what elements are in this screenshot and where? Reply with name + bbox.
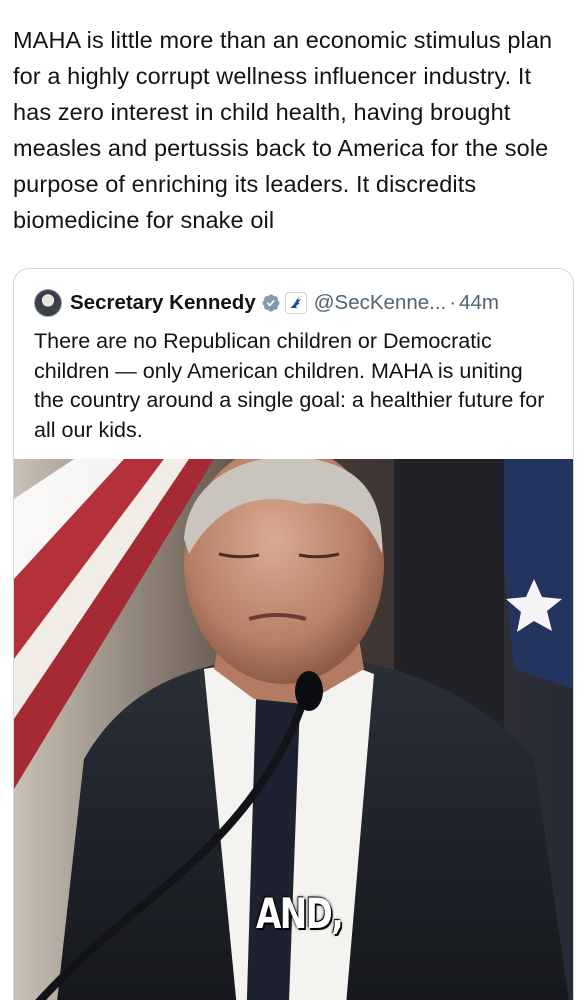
quoted-post-text: There are no Republican children or Demo… [34, 329, 545, 442]
verified-badge-icon[interactable] [261, 293, 281, 313]
author-handle[interactable]: @SecKenne... [314, 291, 447, 315]
post-text: MAHA is little more than an economic sti… [13, 27, 553, 233]
separator-dot: · [449, 291, 457, 314]
quoted-post-header: Secretary Kennedy @SecKenne... · 44m [34, 289, 499, 317]
video-frame[interactable]: AND, [14, 459, 573, 1000]
author-name[interactable]: Secretary Kennedy [70, 291, 256, 315]
post-timestamp[interactable]: 44m [459, 291, 499, 315]
video-caption: AND, [256, 889, 344, 938]
quoted-post-card[interactable]: Secretary Kennedy @SecKenne... · 44m The… [13, 268, 574, 1000]
avatar[interactable] [34, 289, 62, 317]
hhs-eagle-icon[interactable] [284, 292, 307, 314]
